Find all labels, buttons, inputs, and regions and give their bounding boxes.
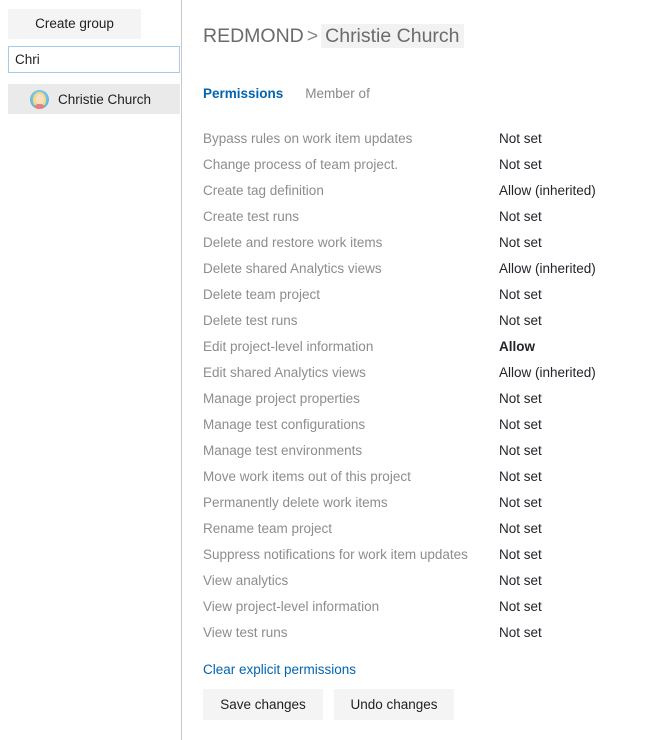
identity-list: Christie Church <box>0 84 181 114</box>
permission-name: Manage test configurations <box>203 417 365 432</box>
permission-row: Delete test runs Not set <box>182 307 649 333</box>
permission-name: Edit project-level information <box>203 339 373 354</box>
permission-name: Delete shared Analytics views <box>203 261 382 276</box>
permission-value[interactable]: Allow (inherited) <box>499 365 596 380</box>
permission-row: Create tag definition Allow (inherited) <box>182 177 649 203</box>
permission-name: Delete test runs <box>203 313 298 328</box>
permission-value[interactable]: Not set <box>499 157 542 172</box>
permission-row: View analytics Not set <box>182 567 649 593</box>
permissions-panel: REDMOND>Christie Church Permissions Memb… <box>182 0 649 740</box>
permission-value[interactable]: Not set <box>499 495 542 510</box>
list-item-christie-church[interactable]: Christie Church <box>8 84 180 114</box>
permission-name: Bypass rules on work item updates <box>203 131 412 146</box>
permission-value[interactable]: Not set <box>499 209 542 224</box>
permission-row: Bypass rules on work item updates Not set <box>182 125 649 151</box>
permission-name: Manage project properties <box>203 391 360 406</box>
permission-row: Permanently delete work items Not set <box>182 489 649 515</box>
permission-row: Change process of team project. Not set <box>182 151 649 177</box>
permission-row: Edit shared Analytics views Allow (inheri… <box>182 359 649 385</box>
permission-row: Manage test configurations Not set <box>182 411 649 437</box>
permission-name: Suppress notifications for work item upd… <box>203 547 468 562</box>
permission-name: View analytics <box>203 573 288 588</box>
permission-row: Edit project-level information Allow <box>182 333 649 359</box>
permission-value[interactable]: Not set <box>499 469 542 484</box>
permission-list: Bypass rules on work item updates Not set… <box>182 125 649 645</box>
permission-row: Delete team project Not set <box>182 281 649 307</box>
permission-row: Suppress notifications for work item upd… <box>182 541 649 567</box>
permission-value[interactable]: Not set <box>499 391 542 406</box>
tab-permissions[interactable]: Permissions <box>203 86 283 101</box>
breadcrumb-root[interactable]: REDMOND <box>203 25 304 47</box>
permission-name: Change process of team project. <box>203 157 398 172</box>
user-avatar-icon <box>30 90 49 109</box>
breadcrumb: REDMOND>Christie Church <box>203 25 464 48</box>
permission-name: Delete team project <box>203 287 320 302</box>
permission-value[interactable]: Allow (inherited) <box>499 183 596 198</box>
breadcrumb-separator: > <box>304 25 321 47</box>
permission-name: View test runs <box>203 625 288 640</box>
permission-name: Manage test environments <box>203 443 362 458</box>
permission-value[interactable]: Not set <box>499 313 542 328</box>
footer-button-group: Save changes Undo changes <box>203 689 454 720</box>
permission-value[interactable]: Allow <box>499 339 535 354</box>
permission-value[interactable]: Not set <box>499 131 542 146</box>
permission-name: Edit shared Analytics views <box>203 365 366 380</box>
permission-row: Manage test environments Not set <box>182 437 649 463</box>
permission-value[interactable]: Not set <box>499 235 542 250</box>
permission-name: Delete and restore work items <box>203 235 382 250</box>
permission-value[interactable]: Not set <box>499 625 542 640</box>
permission-row: Delete and restore work items Not set <box>182 229 649 255</box>
identity-sidebar: Create group Christie Church <box>0 0 181 740</box>
permission-row: Move work items out of this project Not s… <box>182 463 649 489</box>
permission-name: View project-level information <box>203 599 379 614</box>
permission-value[interactable]: Allow (inherited) <box>499 261 596 276</box>
list-item-label: Christie Church <box>58 92 151 107</box>
clear-explicit-permissions-link[interactable]: Clear explicit permissions <box>203 662 356 677</box>
create-group-button[interactable]: Create group <box>8 9 141 39</box>
breadcrumb-current: Christie Church <box>321 24 463 48</box>
save-changes-button[interactable]: Save changes <box>203 689 323 720</box>
permission-value[interactable]: Not set <box>499 599 542 614</box>
permission-row: Delete shared Analytics views Allow (inhe… <box>182 255 649 281</box>
tab-bar: Permissions Member of <box>203 86 370 101</box>
permission-value[interactable]: Not set <box>499 573 542 588</box>
permission-name: Create test runs <box>203 209 299 224</box>
permission-value[interactable]: Not set <box>499 547 542 562</box>
permission-name: Rename team project <box>203 521 332 536</box>
permission-name: Permanently delete work items <box>203 495 388 510</box>
permission-row: Create test runs Not set <box>182 203 649 229</box>
tab-member-of[interactable]: Member of <box>305 86 370 101</box>
permission-row: Manage project properties Not set <box>182 385 649 411</box>
permission-row: View project-level information Not set <box>182 593 649 619</box>
permission-name: Move work items out of this project <box>203 469 411 484</box>
permission-name: Create tag definition <box>203 183 324 198</box>
undo-changes-button[interactable]: Undo changes <box>334 689 454 720</box>
permission-value[interactable]: Not set <box>499 521 542 536</box>
permission-row: Rename team project Not set <box>182 515 649 541</box>
search-input[interactable] <box>8 46 180 73</box>
permission-value[interactable]: Not set <box>499 443 542 458</box>
permission-row: View test runs Not set <box>182 619 649 645</box>
permission-value[interactable]: Not set <box>499 287 542 302</box>
permission-value[interactable]: Not set <box>499 417 542 432</box>
